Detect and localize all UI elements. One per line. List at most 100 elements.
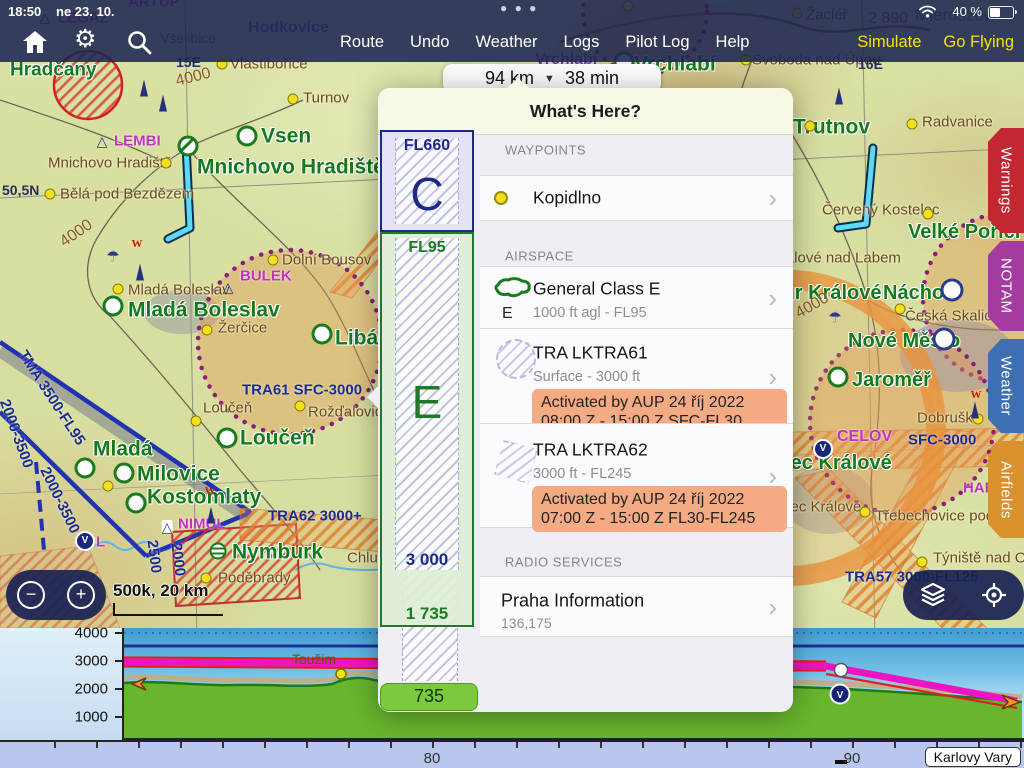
nav-item-undo[interactable]: Undo: [410, 33, 449, 52]
tab-label: Weather: [998, 356, 1015, 416]
profile-altitude-axis: 4000300020001000: [0, 628, 122, 740]
ground-elevation-box: 735: [380, 683, 478, 711]
profile-distance-axis: Karlovy Vary 8090: [0, 740, 1024, 768]
tab-label: Warnings: [998, 147, 1015, 214]
home-icon[interactable]: [22, 29, 48, 55]
map-tools: [903, 570, 1024, 620]
activation-notice: Activated by AUP 24 říj 2022 07:00 Z - 1…: [532, 486, 787, 532]
waypoint-dot-icon: [494, 191, 508, 205]
map-scale: 500k, 20 km: [113, 581, 223, 616]
dot-icon: [113, 284, 124, 295]
dot-icon: [805, 121, 816, 132]
map-label: Mladá Boleslav: [128, 300, 280, 321]
search-icon[interactable]: [126, 29, 152, 55]
tab-weather[interactable]: Weather: [988, 339, 1024, 433]
tab-notam[interactable]: NOTAM: [988, 241, 1024, 331]
tab-warnings[interactable]: Warnings: [988, 128, 1024, 233]
map-label: NIMUL: [178, 517, 226, 532]
status-bar: 18:50 ne 23. 10. ● ● ● 40 %: [0, 0, 1024, 22]
airspace-section-header: AIRSPACE: [505, 249, 574, 264]
obst-icon: [207, 507, 215, 524]
tab-label: NOTAM: [998, 258, 1015, 314]
date: ne 23. 10.: [56, 4, 115, 19]
whats-here-popup: What's Here? WAYPOINTS Kopidlno › AIRSPA…: [378, 88, 793, 712]
class-e-floor-label: 1 735: [382, 604, 472, 624]
hatched-polygon-icon: [493, 439, 538, 484]
layers-icon[interactable]: [920, 582, 946, 608]
scale-label: 500k, 20 km: [113, 581, 223, 601]
airspace-name: TRA LKTRA62: [533, 440, 648, 461]
map-label: Mladá Boleslav: [128, 283, 230, 298]
scale-bar: [113, 603, 223, 616]
map-label: Poděbrady: [218, 571, 291, 586]
altitude-tick-label: 2000: [75, 681, 108, 698]
vcircle-icon: V: [813, 439, 833, 459]
nav-item-logs[interactable]: Logs: [564, 33, 600, 52]
airspace-row-class-e[interactable]: E General Class E 1000 ft agl - FL95 ›: [480, 266, 793, 330]
class-e-letter: E: [382, 375, 472, 429]
nav-item-route[interactable]: Route: [340, 33, 384, 52]
route-duration: 38 min: [565, 68, 619, 89]
apt-icon: [237, 126, 258, 147]
map-label: Jaroměř: [852, 370, 931, 390]
map-label: Česká Skalice: [905, 309, 1000, 324]
nav-item-weather[interactable]: Weather: [475, 33, 537, 52]
vcircle-icon: V: [75, 531, 95, 551]
map-label: Nymburk: [232, 542, 323, 563]
map-label: Mnichovo Hradiště: [197, 157, 385, 178]
airspace-limits: 1000 ft agl - FL95: [533, 305, 647, 321]
wifi-icon: [919, 5, 936, 18]
chevron-down-icon[interactable]: ▼: [544, 73, 555, 85]
class-c-letter: C: [382, 167, 472, 221]
map-label: BULEK: [240, 269, 292, 284]
dot-icon: [923, 209, 934, 220]
nav-bar: ⚙ Route Undo Weather Logs Pilot Log Help Simu…: [0, 22, 1024, 62]
action-simulate[interactable]: Simulate: [857, 33, 921, 52]
map-label: TRA62 3000+: [268, 509, 362, 524]
map-label: 2000: [169, 542, 188, 577]
boundary-label: FL95: [382, 239, 472, 257]
battery-icon: [988, 6, 1014, 19]
map-label: CELOV: [837, 429, 892, 445]
obst-icon: [140, 80, 148, 97]
obst-icon: [835, 88, 843, 105]
tri-w-icon: △: [162, 520, 173, 534]
obst-icon: [136, 264, 144, 281]
radio-row-praha-information[interactable]: Praha Information 136,175 ›: [480, 576, 793, 637]
nav-actions: Simulate Go Flying: [857, 22, 1014, 62]
map-label: Hradčany: [10, 61, 97, 80]
popup-anchor-arrow-left: [367, 385, 379, 409]
airspace-limits: Surface - 3000 ft: [533, 369, 640, 385]
zoom-in-button[interactable]: +: [67, 581, 95, 609]
gear-icon[interactable]: ⚙: [74, 27, 96, 52]
map-label: Loučeň: [240, 428, 315, 449]
map-label: SFC-3000: [908, 433, 976, 448]
waypoint-row-kopidlno[interactable]: Kopidlno ›: [480, 175, 793, 221]
airspace-row-tra61[interactable]: TRA LKTRA61 Surface - 3000 ft Activated …: [480, 328, 793, 425]
multitask-dots-icon: ● ● ●: [500, 1, 538, 15]
airspace-class-letter: E: [502, 305, 513, 323]
apt-slash-icon: [178, 136, 199, 157]
nav-item-help[interactable]: Help: [716, 33, 750, 52]
map-label: Mladá: [93, 439, 153, 460]
airspace-altitude-column: FL660 C FL95 E 3 000 1 735 735: [380, 88, 478, 712]
map-label: TRA61 SFC-3000: [242, 383, 362, 398]
apt-icon: [126, 493, 147, 514]
map-label: Mnichovo Hradiště: [48, 156, 172, 171]
action-go-flying[interactable]: Go Flying: [943, 33, 1014, 52]
location-box: Karlovy Vary: [925, 747, 1021, 767]
zoom-controls: − +: [6, 570, 106, 620]
upper-limit-label: FL660: [382, 137, 472, 155]
tab-airfields[interactable]: Airfields: [988, 441, 1024, 538]
scircle-icon: [210, 543, 227, 560]
dot-icon: [202, 325, 213, 336]
airspace-row-tra62[interactable]: TRA LKTRA62 3000 ft - FL245 Activated by…: [480, 423, 793, 528]
nav-item-pilot-log[interactable]: Pilot Log: [625, 33, 689, 52]
radio-section-header: RADIO SERVICES: [505, 555, 622, 570]
activation-line2: 07:00 Z - 15:00 Z FL30-FL245: [541, 509, 778, 528]
zoom-out-button[interactable]: −: [17, 581, 45, 609]
dot-icon: [295, 401, 306, 412]
locate-icon[interactable]: [981, 582, 1007, 608]
class-e-block: FL95 E 3 000 1 735: [380, 232, 474, 627]
altitude-tick-label: 1000: [75, 709, 108, 726]
